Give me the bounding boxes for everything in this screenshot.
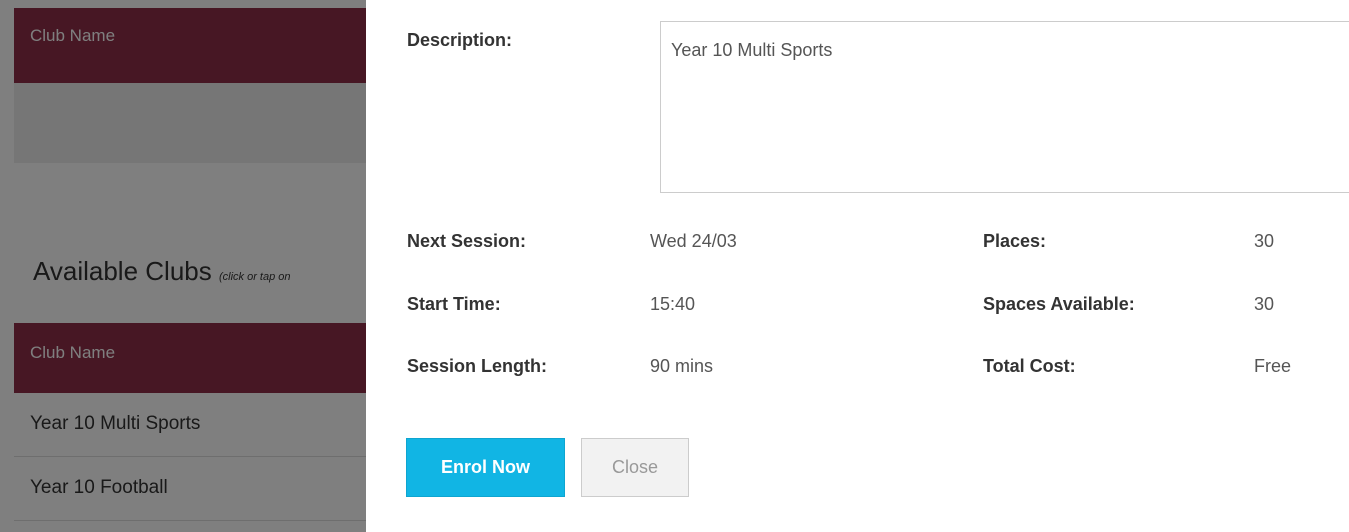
places-value: 30 (1254, 231, 1275, 251)
session-length-value: 90 mins (650, 356, 714, 376)
club-details-modal: Description: Year 10 Multi Sports Next S… (366, 0, 1349, 532)
start-time-value: 15:40 (650, 294, 696, 314)
next-session-label: Next Session: (407, 231, 527, 251)
session-length-label: Session Length: (407, 356, 548, 376)
next-session-value: Wed 24/03 (650, 231, 737, 251)
close-button[interactable]: Close (581, 438, 689, 497)
spaces-available-value: 30 (1254, 294, 1275, 314)
description-label: Description: (407, 30, 513, 50)
total-cost-value: Free (1254, 356, 1292, 376)
description-box: Year 10 Multi Sports (660, 21, 1349, 193)
places-label: Places: (983, 231, 1047, 251)
total-cost-label: Total Cost: (983, 356, 1076, 376)
start-time-label: Start Time: (407, 294, 501, 314)
spaces-available-label: Spaces Available: (983, 294, 1135, 314)
enrol-now-button[interactable]: Enrol Now (406, 438, 565, 497)
